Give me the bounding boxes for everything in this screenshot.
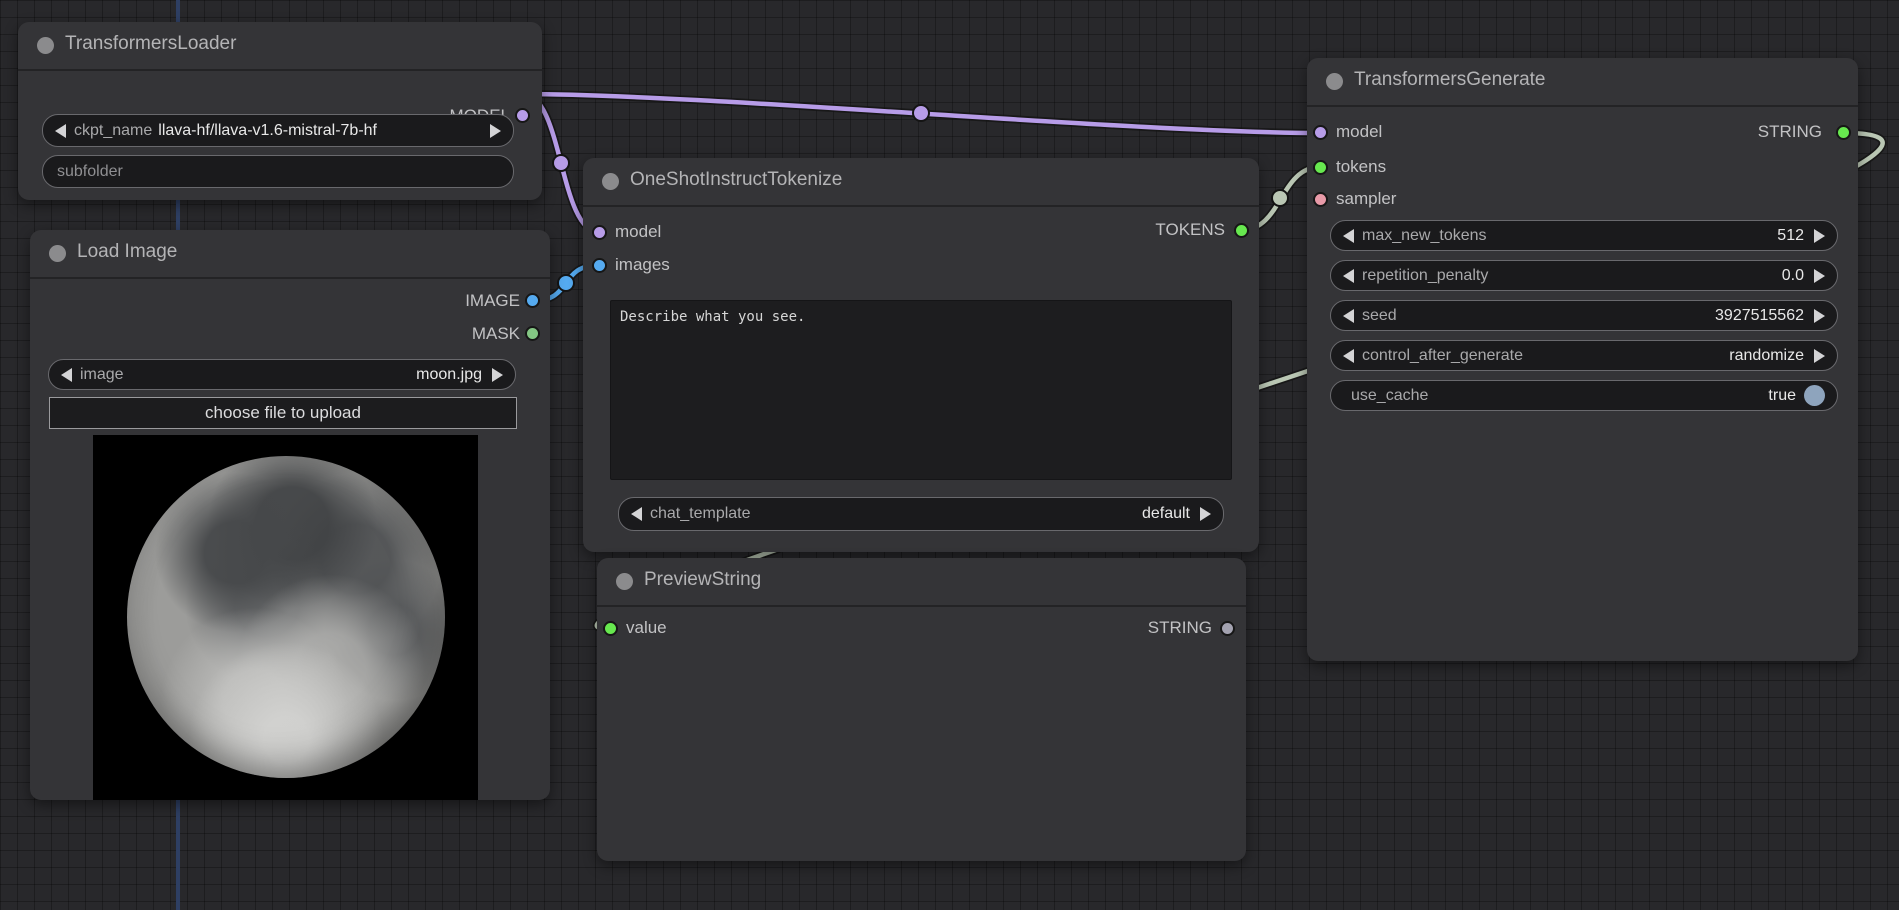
increment-arrow-icon[interactable] [1814, 309, 1825, 323]
moon-image [127, 456, 445, 778]
widget-label: max_new_tokens [1362, 227, 1487, 245]
boolean-toggle[interactable] [1804, 385, 1825, 406]
output-label-image: IMAGE [465, 288, 520, 314]
widget-max-new-tokens[interactable]: max_new_tokens 512 [1330, 220, 1838, 251]
node-transformersgenerate[interactable]: TransformersGenerate model tokens sample… [1307, 58, 1858, 661]
output-port-model[interactable] [515, 108, 530, 123]
decrement-arrow-icon[interactable] [55, 124, 66, 138]
input-label-value: value [626, 615, 667, 641]
widget-use-cache[interactable]: use_cache true [1330, 380, 1838, 411]
increment-arrow-icon[interactable] [490, 124, 501, 138]
input-label-model: model [615, 219, 661, 245]
widget-label: chat_template [650, 505, 751, 523]
node-header[interactable]: Load Image [30, 230, 550, 279]
widget-label: control_after_generate [1362, 347, 1523, 365]
widget-value: moon.jpg [124, 366, 482, 384]
output-port-mask[interactable] [525, 326, 540, 341]
increment-arrow-icon[interactable] [1814, 229, 1825, 243]
output-label-string: STRING [1758, 119, 1822, 145]
node-load-image[interactable]: Load Image IMAGE MASK image moon.jpg cho… [30, 230, 550, 800]
node-previewstring[interactable]: PreviewString value STRING [597, 558, 1246, 861]
widget-subfolder[interactable]: subfolder [42, 155, 514, 188]
input-port-tokens[interactable] [1313, 160, 1328, 175]
input-label-sampler: sampler [1336, 186, 1396, 212]
node-status-dot[interactable] [49, 245, 66, 262]
decrement-arrow-icon[interactable] [1343, 229, 1354, 243]
widget-label: use_cache [1351, 387, 1428, 405]
node-oneshotinstructtokenize[interactable]: OneShotInstructTokenize model images TOK… [583, 158, 1259, 552]
node-header[interactable]: OneShotInstructTokenize [583, 158, 1259, 207]
widget-value: 3927515562 [1397, 307, 1804, 325]
node-title: TransformersLoader [65, 33, 236, 55]
increment-arrow-icon[interactable] [1814, 349, 1825, 363]
widget-ckpt-name[interactable]: ckpt_name llava-hf/llava-v1.6-mistral-7b… [42, 114, 514, 147]
decrement-arrow-icon[interactable] [1343, 309, 1354, 323]
widget-control-after-generate[interactable]: control_after_generate randomize [1330, 340, 1838, 371]
widget-label: image [80, 366, 124, 384]
decrement-arrow-icon[interactable] [1343, 269, 1354, 283]
node-status-dot[interactable] [37, 37, 54, 54]
choose-file-button[interactable]: choose file to upload [49, 397, 517, 429]
link-midpoint-dot[interactable] [1272, 190, 1288, 206]
widget-label: ckpt_name [74, 122, 152, 140]
node-title: PreviewString [644, 569, 761, 591]
output-port-image[interactable] [525, 293, 540, 308]
node-status-dot[interactable] [616, 573, 633, 590]
node-transformersloader[interactable]: TransformersLoader MODEL ckpt_name llava… [18, 22, 542, 200]
input-label-tokens: tokens [1336, 154, 1386, 180]
node-status-dot[interactable] [602, 173, 619, 190]
node-graph-canvas[interactable]: TransformersLoader MODEL ckpt_name llava… [0, 0, 1899, 910]
widget-value: 0.0 [1488, 267, 1804, 285]
decrement-arrow-icon[interactable] [61, 368, 72, 382]
input-port-model[interactable] [1313, 125, 1328, 140]
widget-value: randomize [1523, 347, 1804, 365]
widget-image[interactable]: image moon.jpg [48, 359, 516, 390]
widget-value: true [1428, 387, 1796, 405]
decrement-arrow-icon[interactable] [1343, 349, 1354, 363]
input-label-images: images [615, 252, 670, 278]
input-port-images[interactable] [592, 258, 607, 273]
output-label-string: STRING [1148, 615, 1212, 641]
output-port-string[interactable] [1220, 621, 1235, 636]
input-port-value[interactable] [603, 621, 618, 636]
link-midpoint-dot[interactable] [553, 155, 569, 171]
output-port-string[interactable] [1836, 125, 1851, 140]
widget-chat-template[interactable]: chat_template default [618, 497, 1224, 531]
increment-arrow-icon[interactable] [1814, 269, 1825, 283]
output-label-mask: MASK [472, 321, 520, 347]
node-title: OneShotInstructTokenize [630, 169, 842, 191]
node-header[interactable]: TransformersGenerate [1307, 58, 1858, 107]
increment-arrow-icon[interactable] [1200, 507, 1211, 521]
output-port-tokens[interactable] [1234, 223, 1249, 238]
input-port-sampler[interactable] [1313, 192, 1328, 207]
node-title: Load Image [77, 241, 177, 263]
prompt-textarea[interactable]: Describe what you see. [610, 300, 1232, 480]
input-port-model[interactable] [592, 225, 607, 240]
node-header[interactable]: PreviewString [597, 558, 1246, 607]
widget-label: subfolder [57, 163, 123, 181]
node-header[interactable]: TransformersLoader [18, 22, 542, 71]
node-status-dot[interactable] [1326, 73, 1343, 90]
node-title: TransformersGenerate [1354, 69, 1545, 91]
increment-arrow-icon[interactable] [492, 368, 503, 382]
widget-repetition-penalty[interactable]: repetition_penalty 0.0 [1330, 260, 1838, 291]
widget-value: 512 [1487, 227, 1804, 245]
widget-value: default [751, 505, 1190, 523]
link-midpoint-dot[interactable] [913, 105, 929, 121]
image-preview [93, 435, 478, 800]
link-midpoint-dot[interactable] [558, 275, 574, 291]
input-label-model: model [1336, 119, 1382, 145]
output-label-tokens: TOKENS [1155, 217, 1225, 243]
decrement-arrow-icon[interactable] [631, 507, 642, 521]
widget-label: seed [1362, 307, 1397, 325]
widget-value: llava-hf/llava-v1.6-mistral-7b-hf [158, 122, 490, 140]
widget-seed[interactable]: seed 3927515562 [1330, 300, 1838, 331]
widget-label: repetition_penalty [1362, 267, 1488, 285]
